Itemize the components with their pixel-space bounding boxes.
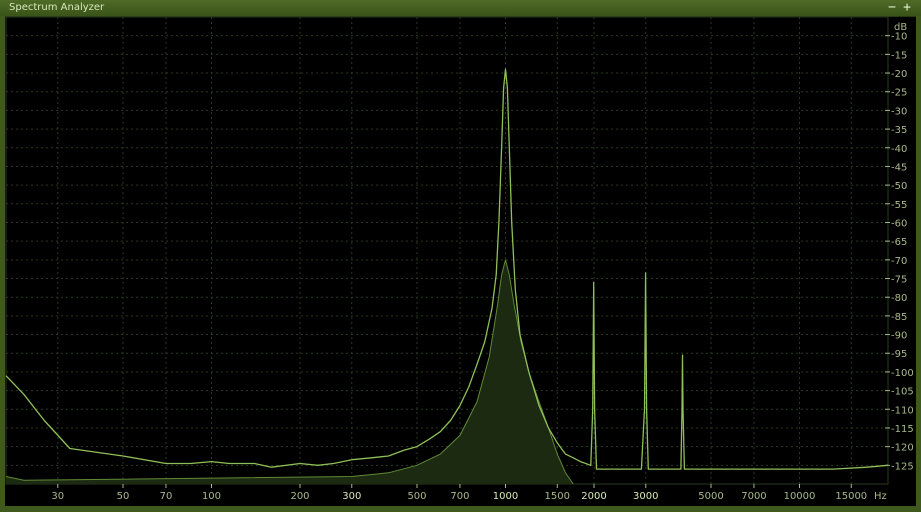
y-tick-label: -75 bbox=[891, 275, 907, 286]
y-tick-label: -20 bbox=[891, 69, 907, 80]
y-tick-label: -45 bbox=[891, 162, 907, 173]
x-axis-unit-label: Hz bbox=[874, 491, 887, 502]
spectrum-chart: -10 -15 -20 -25 -30 -35 -40 -45 -50 -55 -60 -65 -70 -… bbox=[5, 16, 914, 502]
y-tick-label: -95 bbox=[891, 349, 907, 360]
x-tick-label: 30 bbox=[51, 491, 64, 502]
x-tick-label: 3000 bbox=[633, 491, 658, 502]
x-tick-label: 7000 bbox=[741, 491, 766, 502]
y-tick-label: -125 bbox=[891, 461, 914, 472]
y-tick-label: -30 bbox=[891, 106, 907, 117]
y-tick-label: -70 bbox=[891, 256, 907, 267]
x-tick-label: 200 bbox=[290, 491, 309, 502]
y-tick-label: -80 bbox=[891, 293, 907, 304]
y-tick-label: -35 bbox=[891, 125, 907, 136]
x-tick-label: 2000 bbox=[581, 491, 606, 502]
x-tick-label: 300 bbox=[342, 491, 361, 502]
x-tick-label: 70 bbox=[160, 491, 173, 502]
x-tick-label: 15000 bbox=[835, 491, 867, 502]
y-tick-label: -65 bbox=[891, 237, 907, 248]
y-tick-label: -110 bbox=[891, 405, 914, 416]
y-tick-label: -105 bbox=[891, 387, 914, 398]
y-tick-label: -10 bbox=[891, 32, 907, 43]
y-tick-label: -115 bbox=[891, 424, 914, 435]
y-tick-label: -60 bbox=[891, 218, 907, 229]
x-tick-label: 500 bbox=[407, 491, 426, 502]
spectrum-analyzer-window: Spectrum Analyzer − + -10 -15 -20 -25 -30 -35… bbox=[0, 0, 921, 512]
y-tick-label: -85 bbox=[891, 312, 907, 323]
y-tick-label: -15 bbox=[891, 50, 907, 61]
y-tick-label: -90 bbox=[891, 331, 907, 342]
x-tick-label: 100 bbox=[202, 491, 221, 502]
y-tick-label: -40 bbox=[891, 144, 907, 155]
y-tick-label: -100 bbox=[891, 368, 914, 379]
plot-area bbox=[5, 16, 889, 485]
y-tick-label: -50 bbox=[891, 181, 907, 192]
x-tick-label: 10000 bbox=[784, 491, 816, 502]
x-tick-label: 50 bbox=[117, 491, 130, 502]
x-tick-label: 700 bbox=[450, 491, 469, 502]
x-tick-label: 5000 bbox=[698, 491, 723, 502]
y-tick-label: -25 bbox=[891, 88, 907, 99]
y-tick-label: -120 bbox=[891, 443, 914, 454]
y-tick-label: -55 bbox=[891, 200, 907, 211]
x-tick-label: 1000 bbox=[493, 491, 518, 502]
y-axis-unit-label: dB bbox=[894, 22, 907, 33]
x-tick-label: 1500 bbox=[545, 491, 570, 502]
